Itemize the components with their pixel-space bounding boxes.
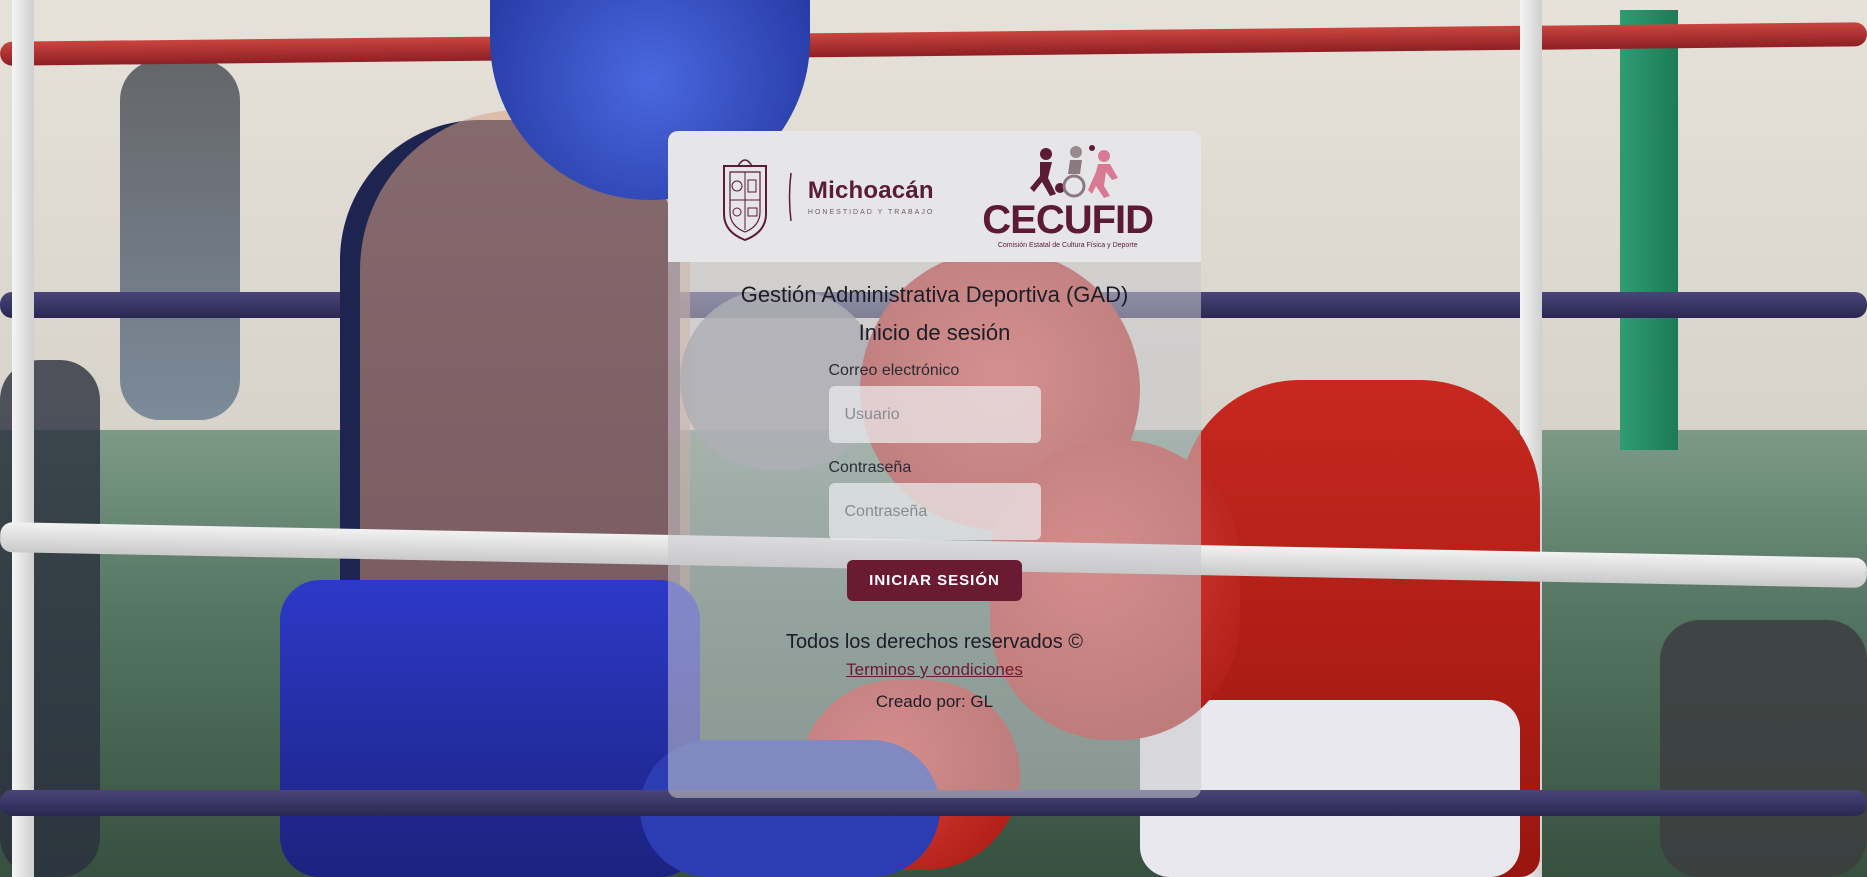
- cecufid-subtitle: Comisión Estatal de Cultura Física y Dep…: [997, 242, 1138, 249]
- page-subtitle: Inicio de sesión: [858, 320, 1011, 345]
- michoacan-name: Michoacán: [807, 177, 934, 204]
- michoacan-motto: HONESTIDAD Y TRABAJO: [807, 209, 935, 216]
- copyright-text: Todos los derechos reservados ©: [785, 631, 1084, 653]
- password-label: Contraseña: [828, 459, 912, 476]
- email-label: Correo electrónico: [828, 362, 960, 379]
- email-field[interactable]: [828, 386, 1041, 443]
- password-field[interactable]: [828, 483, 1041, 540]
- login-card: Michoacán HONESTIDAD Y TRABAJO CECUFID C…: [668, 131, 1201, 798]
- email-field-group: Correo electrónico: [828, 362, 1041, 443]
- terms-link[interactable]: Terminos y condiciones: [846, 660, 1023, 680]
- page-title: Gestión Administrativa Deportiva (GAD): [740, 282, 1129, 307]
- login-form-area: Gestión Administrativa Deportiva (GAD) I…: [668, 282, 1201, 712]
- login-button[interactable]: INICIAR SESIÓN: [847, 560, 1022, 601]
- created-by-text: Creado por: GL: [875, 692, 994, 711]
- cecufid-name: CECUFID: [982, 198, 1154, 242]
- divider-icon: [788, 172, 792, 221]
- logos-header: Michoacán HONESTIDAD Y TRABAJO CECUFID C…: [668, 131, 1201, 262]
- password-field-group: Contraseña: [828, 459, 1041, 540]
- state-coat-of-arms-icon: [722, 158, 767, 241]
- cecufid-logo: CECUFID Comisión Estatal de Cultura Físi…: [982, 144, 1154, 249]
- michoacan-logo: Michoacán HONESTIDAD Y TRABAJO: [716, 152, 934, 242]
- athletes-figures-icon: [1029, 145, 1118, 198]
